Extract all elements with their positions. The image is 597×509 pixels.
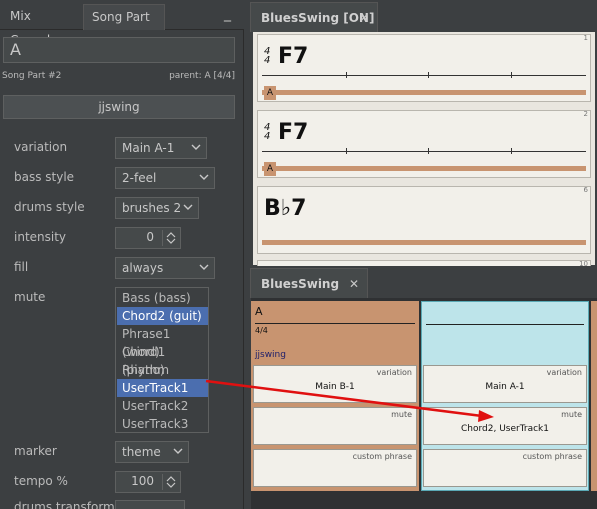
annotation-arrow-icon [205,379,494,422]
